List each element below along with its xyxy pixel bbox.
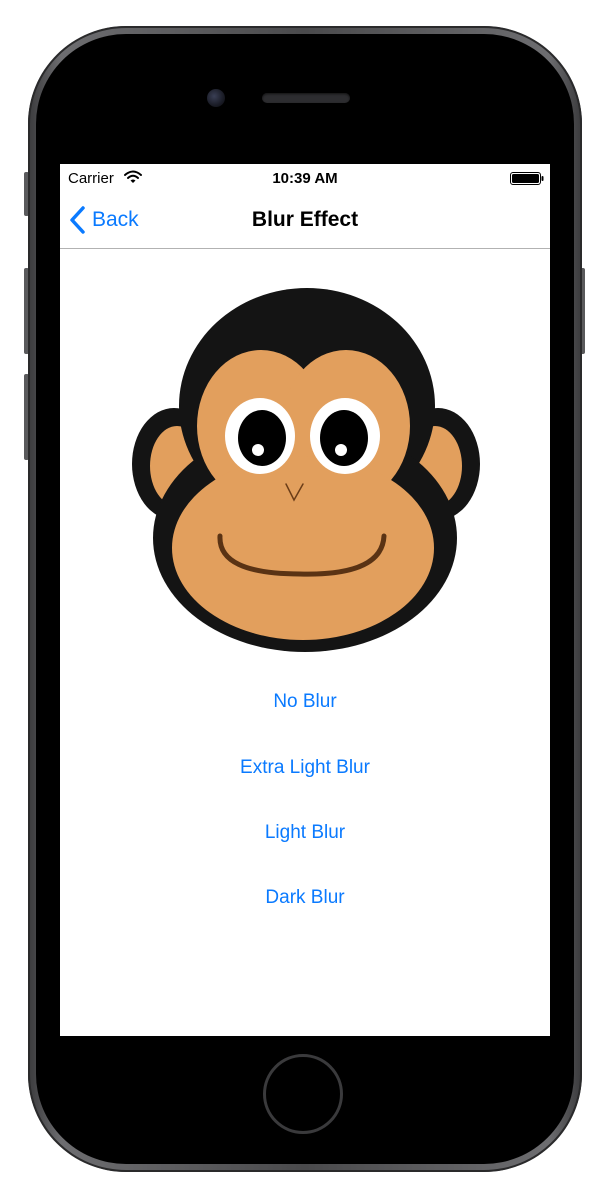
front-camera-icon <box>207 89 225 107</box>
left-pupil <box>238 410 286 466</box>
monkey-image <box>132 288 480 652</box>
battery-icon <box>510 172 544 185</box>
status-time: 10:39 AM <box>272 170 338 187</box>
dark-blur-button[interactable]: Dark Blur <box>60 887 550 909</box>
left-eye-glint <box>252 444 264 456</box>
device-frame: Carrier 10:39 AM Back Blur Effect No Blu… <box>0 0 606 1200</box>
right-eye-glint <box>335 444 347 456</box>
page-title: Blur Effect <box>251 208 359 231</box>
app-screen: Carrier 10:39 AM Back Blur Effect No Blu… <box>60 164 550 1036</box>
extra-light-blur-button[interactable]: Extra Light Blur <box>60 757 550 779</box>
status-bar: Carrier 10:39 AM <box>60 164 550 194</box>
right-pupil <box>320 410 368 466</box>
no-blur-button[interactable]: No Blur <box>60 691 550 713</box>
home-button[interactable] <box>263 1054 343 1134</box>
earpiece-speaker <box>262 93 350 103</box>
navigation-bar: Back Blur Effect <box>60 194 550 249</box>
light-blur-button[interactable]: Light Blur <box>60 822 550 844</box>
